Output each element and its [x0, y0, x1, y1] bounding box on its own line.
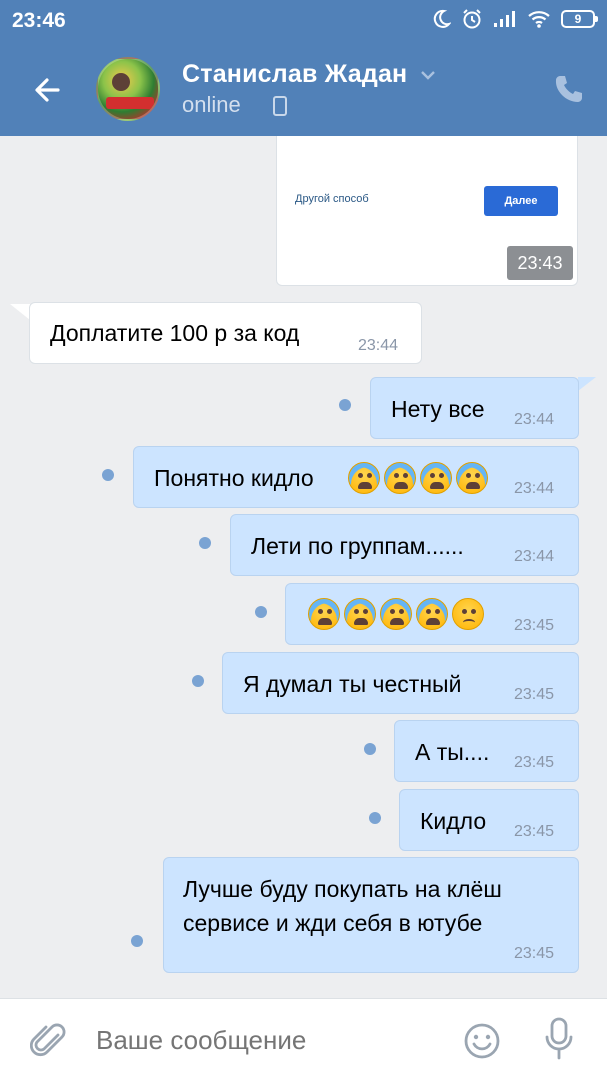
- chevron-down-icon[interactable]: [419, 66, 437, 84]
- unread-dot: [369, 812, 381, 824]
- message-outgoing[interactable]: Я думал ты честный 23:45: [222, 652, 579, 714]
- loudly-crying-face-icon: [380, 598, 412, 630]
- loudly-crying-face-icon: [416, 598, 448, 630]
- unread-dot: [199, 537, 211, 549]
- emoji-group: [348, 462, 488, 494]
- bubble-tail: [10, 304, 30, 320]
- message-time: 23:45: [514, 617, 555, 634]
- message-text: Понятно кидло: [154, 465, 314, 491]
- message-outgoing[interactable]: 23:45: [285, 583, 579, 645]
- crying-face-icon: [452, 598, 484, 630]
- microphone-icon[interactable]: [544, 1017, 574, 1061]
- status-time: 23:46: [12, 9, 66, 32]
- message-time: 23:45: [514, 754, 555, 771]
- wifi-icon: [528, 11, 550, 28]
- loudly-crying-face-icon: [344, 598, 376, 630]
- phone-call-icon[interactable]: [552, 73, 584, 105]
- contact-status: online: [182, 92, 241, 117]
- unread-dot: [339, 399, 351, 411]
- signal-icon: [494, 11, 515, 27]
- back-arrow-icon[interactable]: [28, 70, 68, 110]
- unread-dot: [364, 743, 376, 755]
- message-time: 23:44: [514, 411, 555, 428]
- message-incoming[interactable]: Доплатите 100 р за код 23:44: [29, 302, 422, 364]
- unread-dot: [131, 935, 143, 947]
- bubble-tail: [578, 377, 596, 391]
- message-text-line-1: Лучше буду покупать на клёш: [183, 876, 502, 902]
- loudly-crying-face-icon: [348, 462, 380, 494]
- message-text: Кидло: [420, 808, 487, 834]
- loudly-crying-face-icon: [384, 462, 416, 494]
- message-time: 23:44: [514, 548, 555, 565]
- message-time: 23:45: [514, 823, 555, 840]
- message-outgoing[interactable]: А ты.... 23:45: [394, 720, 579, 782]
- message-time: 23:44: [514, 480, 555, 497]
- moon-icon: [433, 9, 451, 28]
- smiley-icon[interactable]: [462, 1021, 502, 1061]
- avatar[interactable]: [96, 57, 160, 121]
- unread-dot: [255, 606, 267, 618]
- message-outgoing[interactable]: Кидло 23:45: [399, 789, 579, 851]
- unread-dot: [102, 469, 114, 481]
- message-input[interactable]: [96, 1025, 426, 1056]
- status-icons: 9: [431, 8, 598, 30]
- battery-icon: 9: [561, 10, 598, 28]
- message-text: А ты....: [415, 739, 490, 765]
- unread-dot: [192, 675, 204, 687]
- message-text: Нету все: [391, 396, 485, 422]
- message-outgoing[interactable]: Лучше буду покупать на клёш сервисе и жд…: [163, 857, 579, 973]
- mobile-device-icon: [273, 96, 287, 116]
- chat-header: 23:46 9 Станислав Жадан online: [0, 0, 607, 136]
- message-outgoing[interactable]: Понятно кидло 23:44: [133, 446, 579, 508]
- message-text: Лети по группам......: [251, 533, 464, 559]
- message-outgoing[interactable]: Нету все 23:44: [370, 377, 579, 439]
- other-method-link[interactable]: Другой способ: [295, 193, 369, 205]
- alarm-icon: [463, 9, 481, 29]
- loudly-crying-face-icon: [420, 462, 452, 494]
- message-outgoing[interactable]: Лети по группам...... 23:44: [230, 514, 579, 576]
- message-time: 23:44: [358, 337, 399, 354]
- next-button[interactable]: Далее: [484, 186, 558, 216]
- card-timestamp: 23:43: [507, 246, 573, 280]
- message-composer: [0, 998, 607, 1080]
- message-text-line-2: сервисе и жди себя в ютубе: [183, 910, 483, 936]
- security-card: Другой способ Далее 23:43: [276, 136, 578, 286]
- loudly-crying-face-icon: [456, 462, 488, 494]
- status-bar: 23:46 9: [0, 0, 607, 44]
- message-text: Доплатите 100 р за код: [50, 320, 300, 346]
- paperclip-icon[interactable]: [30, 1021, 68, 1061]
- message-time: 23:45: [514, 686, 555, 703]
- emoji-group: [308, 598, 484, 630]
- contact-name[interactable]: Станислав Жадан: [182, 60, 407, 89]
- message-time: 23:45: [514, 945, 555, 962]
- message-text: Я думал ты честный: [243, 671, 462, 697]
- loudly-crying-face-icon: [308, 598, 340, 630]
